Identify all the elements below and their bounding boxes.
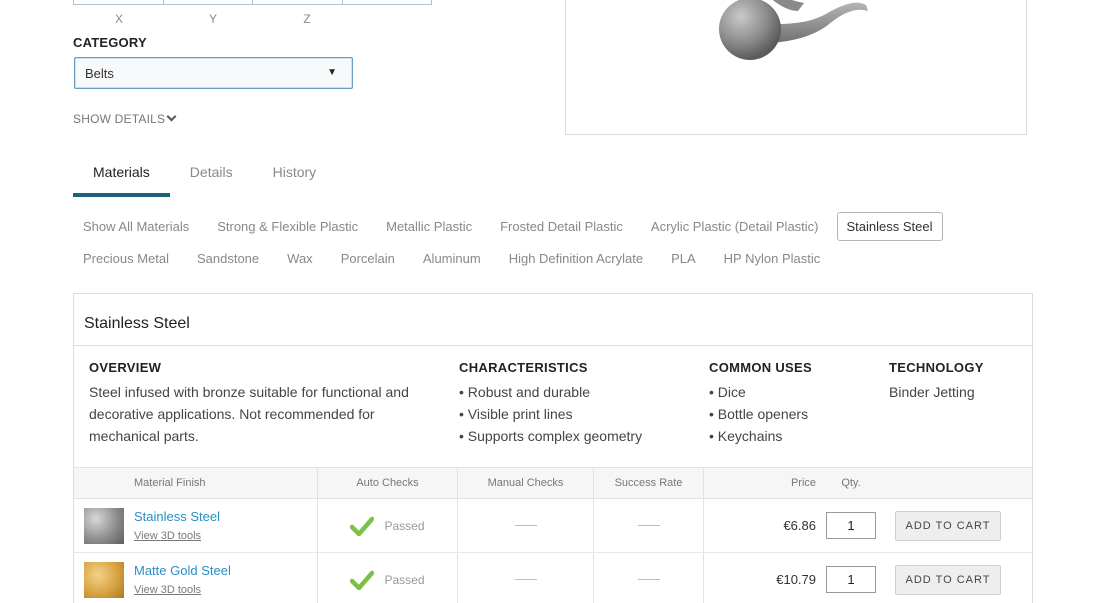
finish-price: €10.79 [776,572,816,587]
empty-dash [637,525,660,526]
common-uses-section: COMMON USES • Dice • Bottle openers • Ke… [709,360,879,447]
technology-text: Binder Jetting [889,384,975,400]
material-panel-title: Stainless Steel [74,294,1032,346]
quantity-input[interactable]: 1 [826,566,876,593]
tab-materials[interactable]: Materials [73,155,170,197]
category-selected-value: Belts [85,66,114,81]
chip-acrylic-plastic[interactable]: Acrylic Plastic (Detail Plastic) [641,212,829,241]
header-auto-checks: Auto Checks [318,468,458,498]
characteristics-heading: CHARACTERISTICS [459,360,588,375]
header-price: Price [790,477,816,489]
finishes-table: Material Finish Auto Checks Manual Check… [74,467,1032,603]
characteristic-item: • Visible print lines [459,406,573,422]
view-3d-tools-link[interactable]: View 3D tools [134,530,220,542]
common-use-item: • Bottle openers [709,406,809,422]
check-icon [350,516,375,536]
product-tabs: Materials Details History [73,155,336,197]
empty-dash [514,525,537,526]
common-use-item: • Keychains [709,428,783,444]
dimension-y-input[interactable] [164,0,253,4]
chip-stainless-steel[interactable]: Stainless Steel [836,211,943,241]
header-material-finish: Material Finish [74,468,318,498]
chip-pla[interactable]: PLA [661,244,706,273]
header-actions [886,468,1032,498]
chip-wax[interactable]: Wax [277,244,323,273]
add-to-cart-button[interactable]: ADD TO CART [895,510,1001,541]
check-icon [350,570,375,590]
model-preview[interactable] [565,0,1027,135]
category-label: CATEGORY [73,35,147,50]
dimension-z-input[interactable] [253,0,343,4]
finish-swatch-image [84,561,124,598]
header-manual-checks: Manual Checks [458,468,594,498]
chevron-down-icon [166,111,177,122]
dimension-x-input[interactable] [74,0,164,4]
characteristic-item: • Supports complex geometry [459,428,643,444]
common-uses-heading: COMMON USES [709,360,812,375]
chip-metallic-plastic[interactable]: Metallic Plastic [376,212,482,241]
axis-z-label: Z [303,12,311,26]
add-to-cart-button[interactable]: ADD TO CART [895,564,1001,595]
chip-frosted-detail-plastic[interactable]: Frosted Detail Plastic [490,212,633,241]
chip-show-all-materials[interactable]: Show All Materials [73,212,199,241]
overview-text: Steel infused with bronze suitable for f… [89,384,409,444]
model-render-image [719,0,868,60]
show-details-toggle[interactable]: SHOW DETAILS [73,111,177,126]
show-details-label: SHOW DETAILS [73,112,166,126]
auto-check-status: Passed [384,572,425,587]
dimension-units[interactable] [343,0,432,4]
technology-section: TECHNOLOGY Binder Jetting [889,360,1029,403]
auto-check-status: Passed [384,518,425,533]
overview-heading: OVERVIEW [89,360,162,375]
finish-price: €6.86 [783,518,816,533]
finish-name-link[interactable]: Stainless Steel [134,509,220,524]
chip-precious-metal[interactable]: Precious Metal [73,244,179,273]
chip-porcelain[interactable]: Porcelain [331,244,405,273]
chip-strong-flexible-plastic[interactable]: Strong & Flexible Plastic [207,212,368,241]
finish-name-link[interactable]: Matte Gold Steel [134,563,231,578]
view-3d-tools-link[interactable]: View 3D tools [134,584,231,596]
tab-history[interactable]: History [253,155,337,197]
material-filter: Show All Materials Strong & Flexible Pla… [73,210,1033,274]
table-row: Stainless Steel View 3D tools Passed €6.… [74,499,1032,553]
chip-high-definition-acrylate[interactable]: High Definition Acrylate [499,244,653,273]
header-qty: Qty. [841,477,861,489]
characteristic-item: • Robust and durable [459,384,590,400]
material-panel: Stainless Steel OVERVIEW Steel infused w… [73,293,1033,603]
empty-dash [637,579,660,580]
empty-dash [514,579,537,580]
header-success-rate: Success Rate [594,468,704,498]
table-row: Matte Gold Steel View 3D tools Passed €1… [74,553,1032,603]
technology-heading: TECHNOLOGY [889,360,984,375]
table-header: Material Finish Auto Checks Manual Check… [74,467,1032,499]
axis-x-label: X [114,12,123,26]
category-select[interactable]: Belts ▼ [74,57,353,89]
characteristics-section: CHARACTERISTICS • Robust and durable • V… [459,360,699,447]
chip-aluminum[interactable]: Aluminum [413,244,491,273]
finish-swatch-image [84,507,124,544]
dimension-inputs [73,0,432,5]
axis-y-label: Y [208,12,217,26]
tab-details[interactable]: Details [170,155,253,197]
chip-hp-nylon-plastic[interactable]: HP Nylon Plastic [714,244,831,273]
dropdown-caret-icon: ▼ [327,67,337,78]
quantity-input[interactable]: 1 [826,512,876,539]
chip-sandstone[interactable]: Sandstone [187,244,269,273]
common-use-item: • Dice [709,384,746,400]
overview-section: OVERVIEW Steel infused with bronze suita… [89,360,439,447]
